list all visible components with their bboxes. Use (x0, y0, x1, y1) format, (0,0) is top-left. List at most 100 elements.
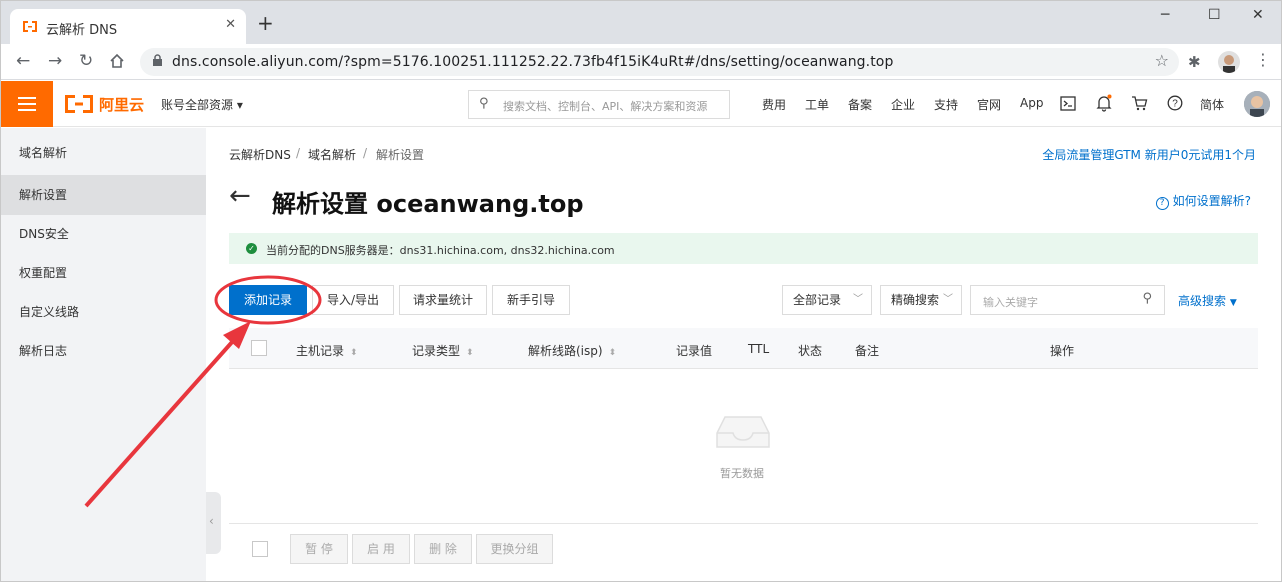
delete-button[interactable]: 删 除 (414, 534, 472, 564)
breadcrumb-separator: / (363, 146, 368, 160)
breadcrumb-domain-resolution[interactable]: 域名解析 (308, 146, 356, 163)
search-icon[interactable]: ⚲ (1142, 291, 1152, 306)
chevron-down-icon: ﹀ (943, 294, 953, 305)
keyword-placeholder: 输入关键字 (983, 296, 1038, 309)
empty-inbox-icon (716, 416, 770, 448)
hamburger-menu-icon[interactable] (1, 81, 53, 127)
record-filter-value: 全部记录 (793, 293, 842, 307)
col-resolution-line-label: 解析线路(isp) (528, 344, 603, 358)
dns-server-text: 当前分配的DNS服务器是：dns31.hichina.com, dns32.hi… (266, 244, 615, 257)
col-record-value: 记录值 (676, 344, 713, 358)
tab-close-icon[interactable]: ✕ (225, 17, 236, 32)
sidebar-item-domain-resolution[interactable]: 域名解析 (1, 133, 206, 173)
nav-app[interactable]: App (1020, 96, 1043, 110)
reload-icon[interactable]: ↻ (79, 52, 93, 70)
advanced-search-label: 高级搜索 (1178, 294, 1227, 308)
request-stats-button[interactable]: 请求量统计 (399, 285, 487, 315)
search-mode-select[interactable]: 精确搜索 ﹀ (880, 285, 962, 315)
col-remark: 备注 (855, 344, 880, 358)
empty-text: 暂无数据 (720, 467, 764, 480)
search-mode-value: 精确搜索 (891, 293, 940, 307)
browser-window: 云解析 DNS ✕ + ─ ☐ ✕ ← → ↻ dns.console.aliy… (0, 0, 1282, 582)
sidebar-item-custom-lines[interactable]: 自定义线路 (1, 292, 206, 332)
nav-support[interactable]: 支持 (934, 96, 958, 113)
back-arrow-icon[interactable]: ← (229, 181, 251, 211)
dns-server-alert: ✓ 当前分配的DNS服务器是：dns31.hichina.com, dns32.… (229, 233, 1258, 264)
chevron-left-icon: ‹ (209, 514, 214, 528)
maximize-icon[interactable]: ☐ (1208, 7, 1221, 23)
sidebar-item-resolution-settings[interactable]: 解析设置 (1, 175, 206, 215)
aliyun-logo-icon (65, 95, 93, 113)
search-placeholder: 搜索文档、控制台、API、解决方案和资源 (503, 100, 708, 113)
breadcrumb-dns[interactable]: 云解析DNS (229, 146, 291, 163)
browser-profile-avatar[interactable] (1218, 51, 1240, 73)
notification-bell-icon[interactable] (1096, 94, 1112, 112)
sidebar: 域名解析 解析设置 DNS安全 权重配置 自定义线路 解析日志 (1, 128, 206, 581)
new-tab-icon[interactable]: + (257, 13, 274, 33)
browser-menu-icon[interactable]: ⋮ (1255, 50, 1271, 69)
aliyun-logo-text: 阿里云 (99, 96, 145, 114)
nav-fees[interactable]: 费用 (762, 96, 786, 113)
enable-button[interactable]: 启 用 (352, 534, 410, 564)
import-export-button[interactable]: 导入/导出 (312, 285, 394, 315)
how-to-link[interactable]: ? 如何设置解析? (1155, 192, 1251, 210)
record-filter-select[interactable]: 全部记录 ﹀ (782, 285, 872, 315)
col-ttl: TTL (748, 342, 770, 356)
sort-icon: ⬍ (608, 348, 617, 358)
col-host-record[interactable]: 主机记录 ⬍ (296, 342, 358, 359)
breadcrumb-current: 解析设置 (376, 148, 425, 162)
tab-title: 云解析 DNS (46, 23, 118, 38)
url-text: dns.console.aliyun.com/?spm=5176.100251.… (172, 54, 894, 70)
aliyun-favicon-icon (23, 21, 37, 32)
forward-nav-icon[interactable]: → (48, 52, 62, 70)
user-avatar[interactable] (1244, 91, 1270, 117)
console-top-bar: 阿里云 账号全部资源 ▾ ⚲ 搜索文档、控制台、API、解决方案和资源 费用 工… (1, 81, 1281, 127)
nav-enterprise[interactable]: 企业 (891, 96, 915, 113)
col-resolution-line[interactable]: 解析线路(isp) ⬍ (528, 342, 616, 359)
extensions-puzzle-icon[interactable]: ✱ (1188, 53, 1201, 71)
nav-icp-filing[interactable]: 备案 (848, 96, 872, 113)
address-bar[interactable]: dns.console.aliyun.com/?spm=5176.100251.… (140, 48, 1179, 76)
add-record-button[interactable]: 添加记录 (229, 285, 307, 315)
bookmark-star-icon[interactable]: ☆ (1155, 51, 1169, 70)
col-host-record-label: 主机记录 (296, 344, 345, 358)
browser-tab[interactable]: 云解析 DNS ✕ (10, 9, 246, 44)
col-record-type[interactable]: 记录类型 ⬍ (412, 342, 474, 359)
keyword-search-input[interactable]: 输入关键字 ⚲ (970, 285, 1165, 315)
cart-icon[interactable] (1131, 95, 1148, 111)
records-table-header: 主机记录 ⬍ 记录类型 ⬍ 解析线路(isp) ⬍ 记录值 TTL 状态 备注 操作 (229, 328, 1258, 369)
breadcrumb-separator: / (296, 146, 301, 160)
sidebar-item-weight-config[interactable]: 权重配置 (1, 253, 206, 293)
search-icon: ⚲ (479, 96, 489, 111)
browser-tab-strip: 云解析 DNS ✕ + ─ ☐ ✕ (1, 1, 1281, 44)
col-status: 状态 (798, 344, 823, 358)
col-record-type-label: 记录类型 (412, 344, 461, 358)
select-all-checkbox[interactable] (251, 340, 267, 356)
sidebar-item-resolution-logs[interactable]: 解析日志 (1, 331, 206, 371)
browser-toolbar: ← → ↻ dns.console.aliyun.com/?spm=5176.1… (1, 44, 1281, 80)
guide-button[interactable]: 新手引导 (492, 285, 570, 315)
help-icon[interactable]: ? (1167, 95, 1183, 111)
sidebar-item-dns-security[interactable]: DNS安全 (1, 214, 206, 254)
nav-official-site[interactable]: 官网 (977, 96, 1001, 113)
sort-icon: ⬍ (466, 348, 474, 358)
sidebar-collapse-handle[interactable]: ‹ (206, 492, 221, 554)
nav-tickets[interactable]: 工单 (805, 96, 829, 113)
console-search-input[interactable]: ⚲ 搜索文档、控制台、API、解决方案和资源 (468, 90, 730, 119)
user-face-icon (1244, 91, 1270, 117)
home-icon[interactable] (109, 53, 125, 69)
lock-icon (153, 54, 162, 66)
account-resources-dropdown[interactable]: 账号全部资源 ▾ (161, 96, 243, 113)
back-nav-icon[interactable]: ← (16, 52, 30, 70)
footer-select-all-checkbox[interactable] (252, 541, 268, 557)
window-close-icon[interactable]: ✕ (1252, 7, 1264, 23)
terminal-icon[interactable] (1060, 96, 1076, 111)
advanced-search-link[interactable]: 高级搜索 ▼ (1178, 292, 1237, 309)
how-to-label: 如何设置解析? (1172, 194, 1251, 208)
gtm-promo-link[interactable]: 全局流量管理GTM 新用户0元试用1个月 (1042, 146, 1256, 163)
check-circle-icon: ✓ (246, 243, 257, 254)
change-group-button[interactable]: 更换分组 (476, 534, 553, 564)
language-switch[interactable]: 简体 (1200, 96, 1224, 113)
minimize-icon[interactable]: ─ (1161, 7, 1169, 23)
pause-button[interactable]: 暂 停 (290, 534, 348, 564)
